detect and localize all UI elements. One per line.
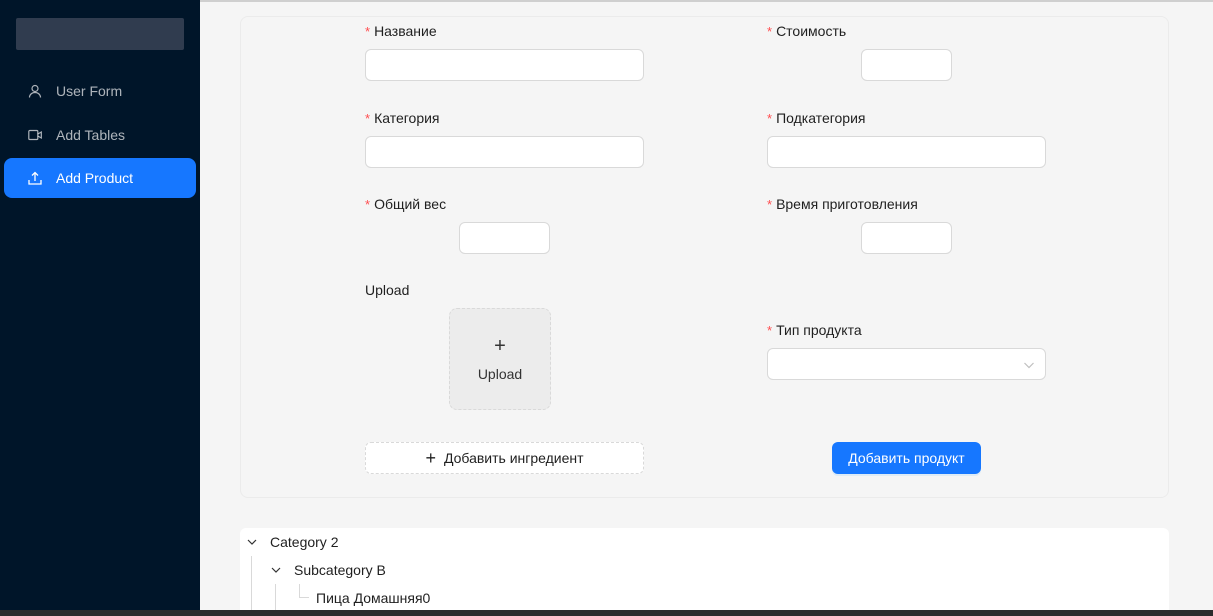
product-form: * Название * Стоимость * Категория * Подкате…	[240, 16, 1169, 498]
taskbar	[0, 610, 1213, 616]
chevron-down-icon[interactable]	[270, 564, 282, 576]
tree-node-title: Subcategory B	[294, 562, 386, 578]
add-product-button[interactable]: Добавить продукт	[832, 442, 981, 474]
category-label: * Категория	[365, 110, 440, 126]
upload-label: Upload	[365, 282, 410, 298]
upload-button[interactable]: + Upload	[449, 308, 551, 410]
plus-icon: +	[494, 335, 506, 357]
sidebar-item-add-tables[interactable]: Add Tables	[4, 115, 196, 155]
name-label: * Название	[365, 23, 437, 39]
required-mark: *	[767, 24, 773, 39]
name-input[interactable]	[365, 49, 644, 81]
cook-time-label: * Время приготовления	[767, 196, 918, 212]
tree-node-subcategory[interactable]: Subcategory B	[270, 562, 386, 578]
tree-connector	[299, 597, 309, 598]
weight-input[interactable]	[459, 222, 550, 254]
cook-time-input[interactable]	[861, 222, 952, 254]
required-mark: *	[767, 111, 773, 126]
required-mark: *	[767, 323, 773, 338]
required-mark: *	[767, 197, 773, 212]
plus-icon: +	[425, 448, 436, 468]
product-type-label: * Тип продукта	[767, 322, 862, 338]
required-mark: *	[365, 111, 371, 126]
sidebar-item-add-product[interactable]: Add Product	[4, 158, 196, 198]
chevron-down-icon[interactable]	[246, 536, 258, 548]
video-camera-icon	[28, 128, 42, 142]
tree-connector	[251, 556, 252, 616]
upload-button-label: Upload	[477, 366, 523, 382]
category-tree: Category 2 Subcategory B Пица Домашняя0	[240, 528, 1169, 616]
required-mark: *	[365, 24, 371, 39]
tree-node-product[interactable]: Пица Домашняя0	[316, 590, 430, 606]
tree-node-title: Category 2	[270, 534, 339, 550]
subcategory-label: * Подкатегория	[767, 110, 866, 126]
product-type-select[interactable]	[767, 348, 1046, 380]
weight-label: * Общий вес	[365, 196, 447, 212]
user-icon	[28, 84, 42, 98]
tree-node-category[interactable]: Category 2	[246, 534, 338, 550]
sidebar-item-user-form[interactable]: User Form	[4, 71, 196, 111]
required-mark: *	[365, 197, 371, 212]
logo	[16, 18, 184, 50]
cost-input[interactable]	[861, 49, 952, 81]
main-content: * Название * Стоимость * Категория * Подкате…	[200, 0, 1213, 616]
tree-connector	[299, 584, 300, 597]
chevron-down-icon	[1023, 358, 1035, 370]
sidebar-item-label: User Form	[56, 83, 123, 99]
category-input[interactable]	[365, 136, 644, 168]
subcategory-input[interactable]	[767, 136, 1046, 168]
add-ingredient-label: Добавить ингредиент	[443, 450, 584, 466]
upload-icon	[28, 171, 42, 185]
sidebar-item-label: Add Product	[56, 170, 134, 186]
add-ingredient-button[interactable]: + Добавить ингредиент	[365, 442, 644, 474]
tree-node-title: Пица Домашняя0	[316, 590, 431, 606]
cost-label: * Стоимость	[767, 23, 847, 39]
sidebar-item-label: Add Tables	[56, 127, 126, 143]
sidebar: User Form Add Tables Add Product	[0, 0, 200, 616]
